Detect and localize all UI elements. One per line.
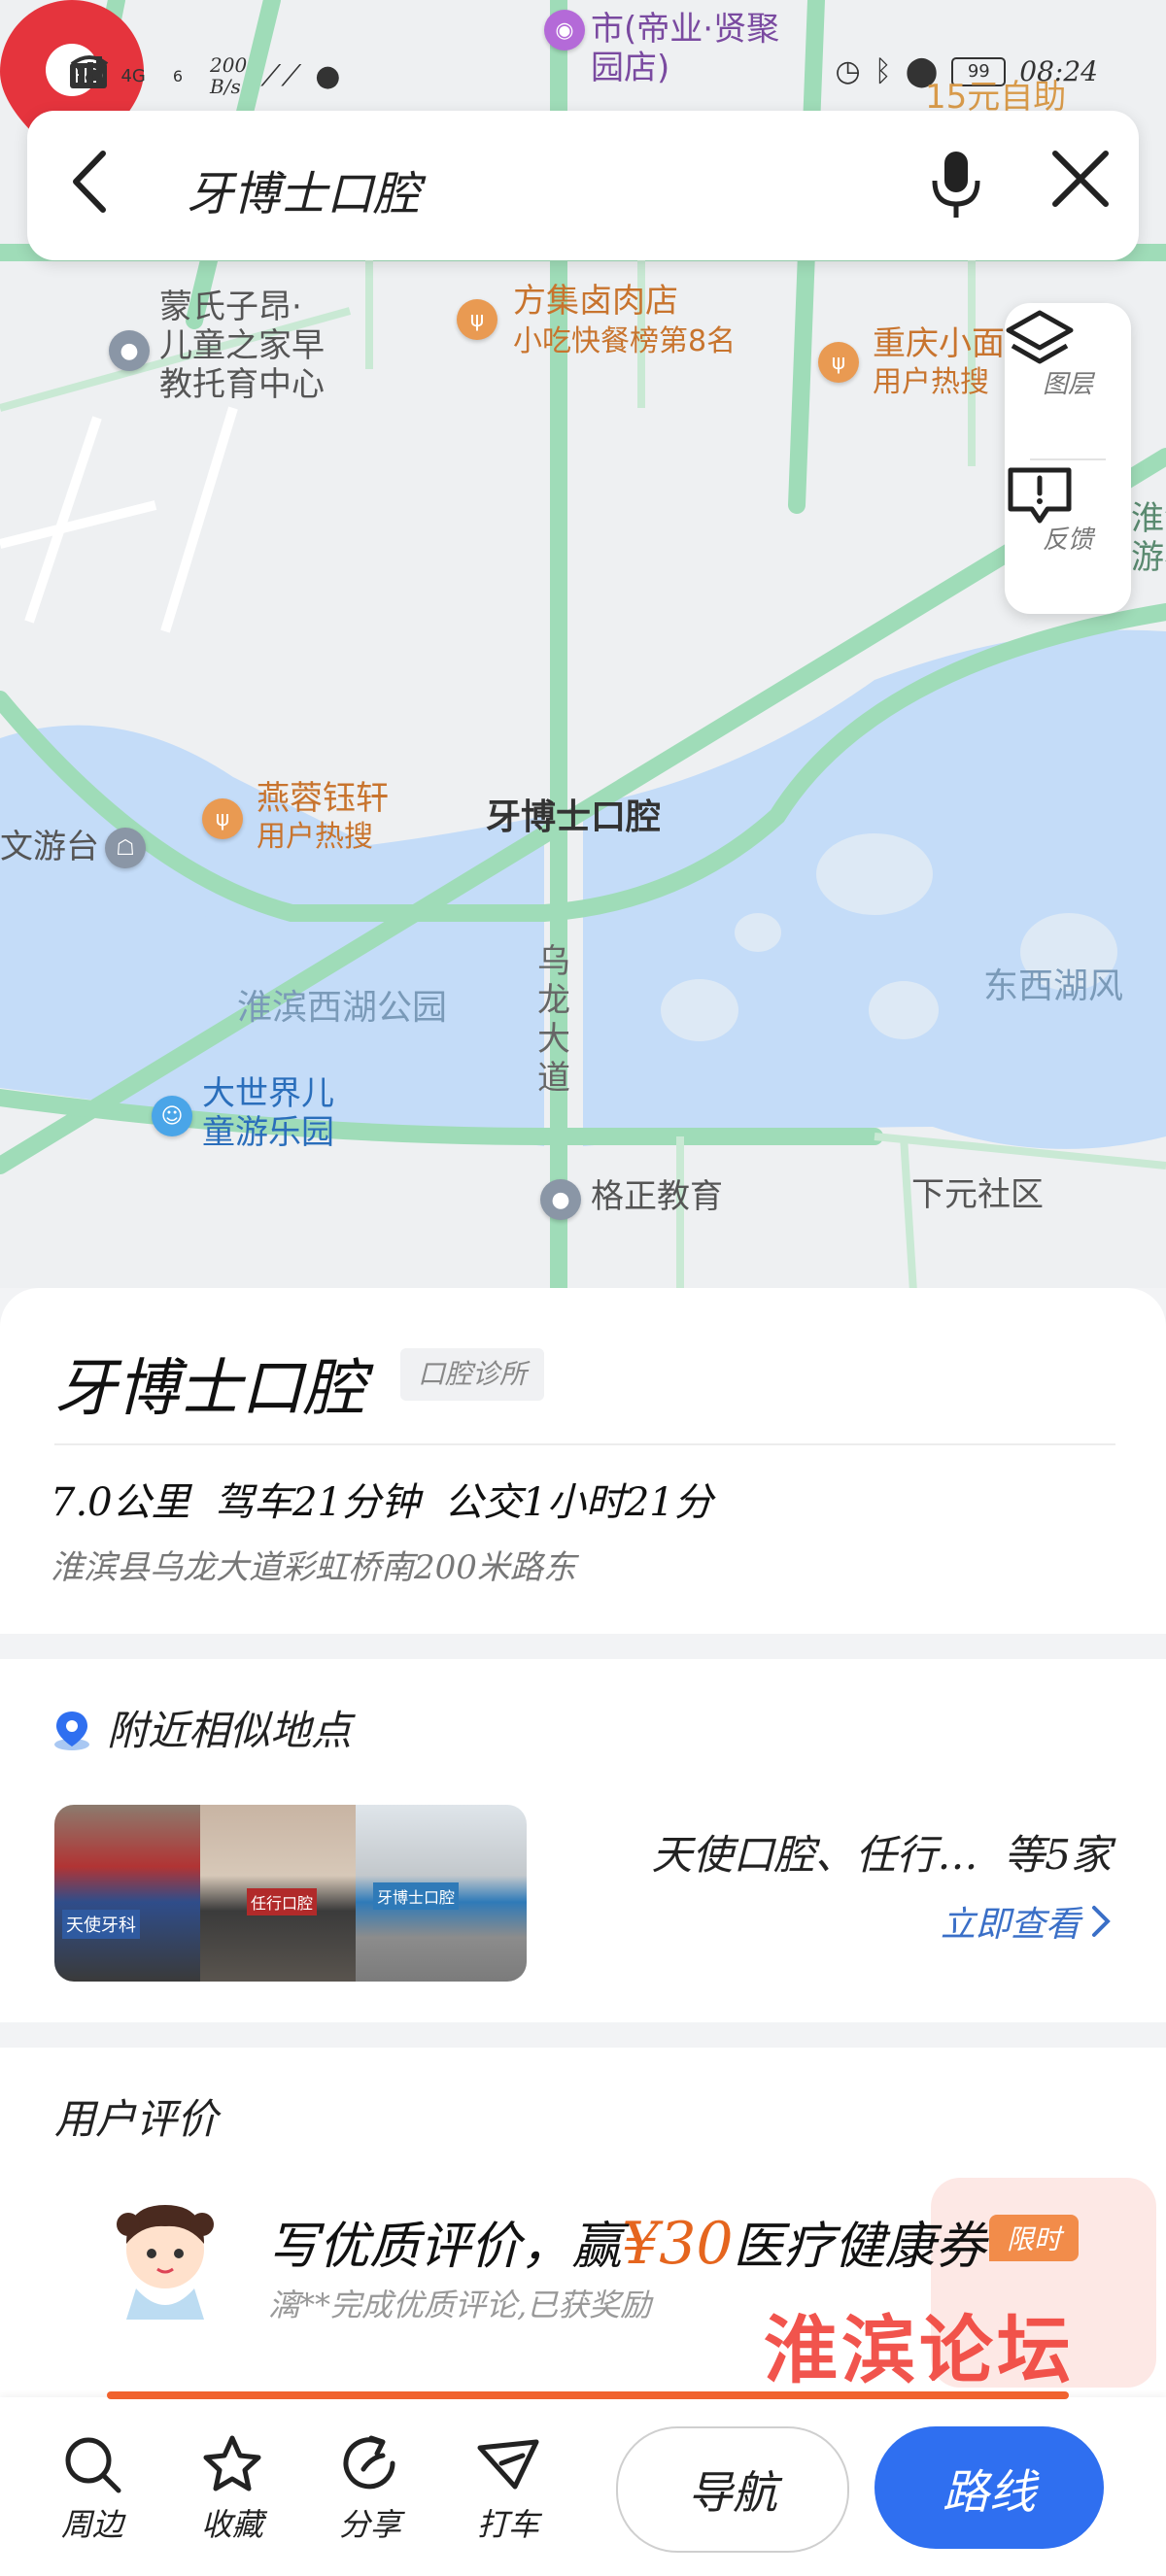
poi-playground-icon[interactable]: ☺	[152, 1096, 192, 1136]
panel-divider	[1030, 458, 1106, 460]
place-detail-sheet: 牙博士口腔 口腔诊所 7.0公里 驾车21分钟 公交1小时21分 淮滨县乌龙大道…	[0, 1288, 1166, 2576]
route-button[interactable]: 路线	[874, 2426, 1104, 2549]
info-divider	[54, 1443, 1115, 1445]
girl-avatar-icon	[117, 2205, 214, 2320]
review-reward-note: 漓**完成优质评论,已获奖励	[268, 2287, 652, 2323]
poi-location-icon[interactable]: ●	[540, 1179, 581, 1220]
poi-location-icon[interactable]: ●	[109, 330, 150, 371]
similar-photos[interactable]: 天使牙科 任行口腔 牙博士口腔	[54, 1805, 527, 1982]
orange-strip	[107, 2391, 1069, 2399]
view-now-label: 立即查看	[940, 1905, 1080, 1945]
back-arrow-icon	[73, 151, 106, 213]
photo-sign: 任行口腔	[247, 1888, 318, 1915]
photo-thumbnail[interactable]: 任行口腔	[200, 1805, 356, 1982]
map-label-restaurant2-sub: 用户热搜	[873, 365, 989, 399]
layers-icon	[1006, 310, 1074, 364]
map-label-restaurant2[interactable]: 重庆小面	[873, 324, 1005, 363]
promo-amount: ¥30	[622, 2210, 734, 2278]
map-label-playground[interactable]: 大世界儿 童游乐园	[202, 1074, 334, 1152]
taxi-label: 打车	[476, 2506, 539, 2543]
map-label-tour-desk[interactable]: 文游台	[0, 828, 99, 866]
map-label-community[interactable]: 下元社区	[911, 1175, 1044, 1214]
similar-title: 附近相似地点	[107, 1707, 353, 1754]
poi-restaurant-icon[interactable]: ψ	[202, 798, 243, 839]
navigate-button[interactable]: 导航	[616, 2426, 849, 2553]
map-label-restaurant3[interactable]: 燕蓉钰轩	[257, 779, 389, 818]
poi-service-icon[interactable]: ☖	[105, 828, 146, 868]
forum-watermark: 淮滨论坛	[764, 2307, 1075, 2393]
write-review-banner[interactable]: 写优质评价，赢¥30医疗健康券 限时 漓**完成优质评论,已获奖励 淮滨论坛	[107, 2178, 1156, 2393]
limited-time-tag: 限时	[989, 2215, 1080, 2261]
taxi-icon	[477, 2439, 539, 2490]
photo-thumbnail[interactable]: 牙博士口腔	[356, 1805, 527, 1982]
alarm-icon: ◷	[835, 54, 861, 88]
similar-count: 等5家	[1004, 1831, 1112, 1879]
promo-suffix: 医疗健康券	[733, 2218, 986, 2276]
map-label-park[interactable]: 淮滨西湖公园	[237, 989, 447, 1028]
favorite-label: 收藏	[200, 2506, 263, 2543]
address: 淮滨县乌龙大道彩虹桥南200米路东	[51, 1548, 576, 1587]
microphone-icon	[932, 152, 980, 218]
net-speed-value: 200	[210, 53, 248, 77]
location-pin-icon	[54, 1712, 89, 1750]
star-icon	[203, 2435, 261, 2491]
share-button[interactable]: 分享	[317, 2434, 424, 2545]
voice-search-button[interactable]	[929, 150, 997, 223]
map-view[interactable]: ◉ 市(帝业·贤聚 园店) ● 蒙氏子昂· 儿童之家早 教托育中心 ψ 方集卤肉…	[0, 0, 1166, 1292]
poi-restaurant-icon[interactable]: ψ	[818, 342, 859, 383]
similar-places-card[interactable]: 附近相似地点 天使牙科 任行口腔 牙博士口腔 天使口腔、任行… 等5家 立即查看	[0, 1659, 1166, 2022]
map-label-kindergarten[interactable]: 蒙氏子昂· 儿童之家早 教托育中心	[159, 288, 325, 404]
place-info-card[interactable]: 牙博士口腔 口腔诊所 7.0公里 驾车21分钟 公交1小时21分 淮滨县乌龙大道…	[0, 1288, 1166, 1634]
map-controls-panel: 图层 反馈	[1005, 303, 1131, 614]
favorite-button[interactable]: 收藏	[179, 2434, 286, 2545]
network-type: 4G	[120, 65, 146, 86]
map-label-restaurant3-sub: 用户热搜	[257, 820, 373, 854]
map-label-restaurant1-sub: 小吃快餐榜第8名	[513, 324, 737, 358]
similar-names: 天使口腔、任行…	[651, 1831, 978, 1879]
route-summary: 7.0公里 驾车21分钟 公交1小时21分	[51, 1471, 713, 1527]
view-now-link[interactable]: 立即查看	[941, 1896, 1112, 1947]
link-app-icon: ⟋⟋	[260, 58, 302, 93]
chevron-right-icon	[1092, 1906, 1111, 1937]
net-speed: 200 B/s	[210, 54, 247, 97]
search-icon	[65, 2437, 121, 2493]
share-label: 分享	[338, 2506, 401, 2543]
photo-sign: 天使牙科	[62, 1910, 140, 1939]
nearby-label: 周边	[60, 2506, 123, 2543]
map-label-right-edge[interactable]: 淮滨 游客	[1131, 499, 1166, 577]
transit-time: 公交1小时21分	[444, 1480, 713, 1525]
feedback-icon	[1008, 467, 1072, 524]
category-tag: 口腔诊所	[400, 1348, 545, 1401]
selected-location-label: 牙博士口腔	[486, 797, 662, 837]
net-speed-unit: B/s	[210, 75, 241, 98]
photo-thumbnail[interactable]: 天使牙科	[54, 1805, 200, 1982]
promo-prefix: 写优质评价，赢	[268, 2218, 623, 2276]
search-bar: 牙博士口腔	[27, 111, 1139, 260]
bluetooth-icon: ᛒ	[874, 54, 892, 88]
poi-restaurant-icon[interactable]: ψ	[457, 299, 497, 340]
place-name: 牙博士口腔	[54, 1353, 365, 1425]
photo-sign: 牙博士口腔	[373, 1882, 460, 1910]
taxi-button[interactable]: 打车	[455, 2434, 562, 2545]
nearby-button[interactable]: 周边	[39, 2434, 146, 2545]
similar-summary: 天使口腔、任行… 等5家	[652, 1822, 1112, 1881]
layers-button[interactable]: 图层	[1005, 309, 1131, 455]
reviews-title: 用户评价	[54, 2095, 219, 2143]
search-query[interactable]: 牙博士口腔	[187, 155, 420, 223]
distance: 7.0公里	[51, 1480, 190, 1525]
map-label-restaurant1[interactable]: 方集卤肉店	[513, 282, 678, 321]
map-label-east-lake[interactable]: 东西湖风	[983, 967, 1123, 1006]
review-promo-text: 写优质评价，赢¥30医疗健康券	[268, 2205, 986, 2278]
share-icon	[343, 2435, 395, 2490]
feedback-button[interactable]: 反馈	[1005, 464, 1131, 610]
back-button[interactable]	[68, 150, 136, 221]
close-icon	[1052, 151, 1109, 207]
chat-app-icon: ●	[315, 58, 341, 93]
wifi-badge: 6	[172, 66, 184, 85]
bottom-action-bar: 周边 收藏 分享 打车 导航 路线	[0, 2391, 1166, 2576]
map-label-road: 乌龙大道	[537, 942, 570, 1098]
map-label-education[interactable]: 格正教育	[591, 1177, 723, 1216]
clear-search-button[interactable]	[1051, 150, 1125, 223]
drive-time: 驾车21分钟	[215, 1480, 420, 1525]
